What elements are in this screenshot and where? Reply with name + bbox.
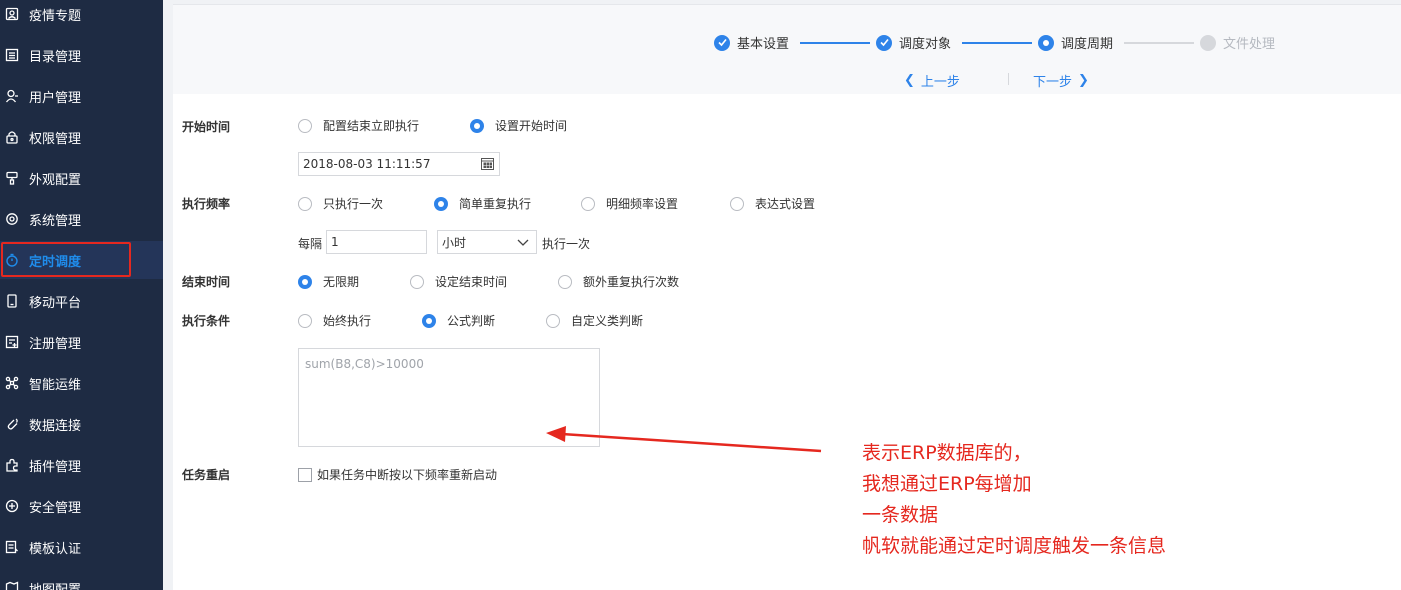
annotation-text: 表示ERP数据库的， 我想通过ERP每增加 一条数据 帆软就能通过定时调度触发一… — [862, 438, 1166, 562]
annotation-arrow — [546, 426, 822, 453]
annotation-line: 一条数据 — [862, 504, 939, 526]
annotation-line: 表示ERP数据库的， — [862, 442, 1032, 464]
annotation-line: 我想通过ERP每增加 — [862, 473, 1032, 495]
annotation-line: 帆软就能通过定时调度触发一条信息 — [862, 535, 1167, 557]
